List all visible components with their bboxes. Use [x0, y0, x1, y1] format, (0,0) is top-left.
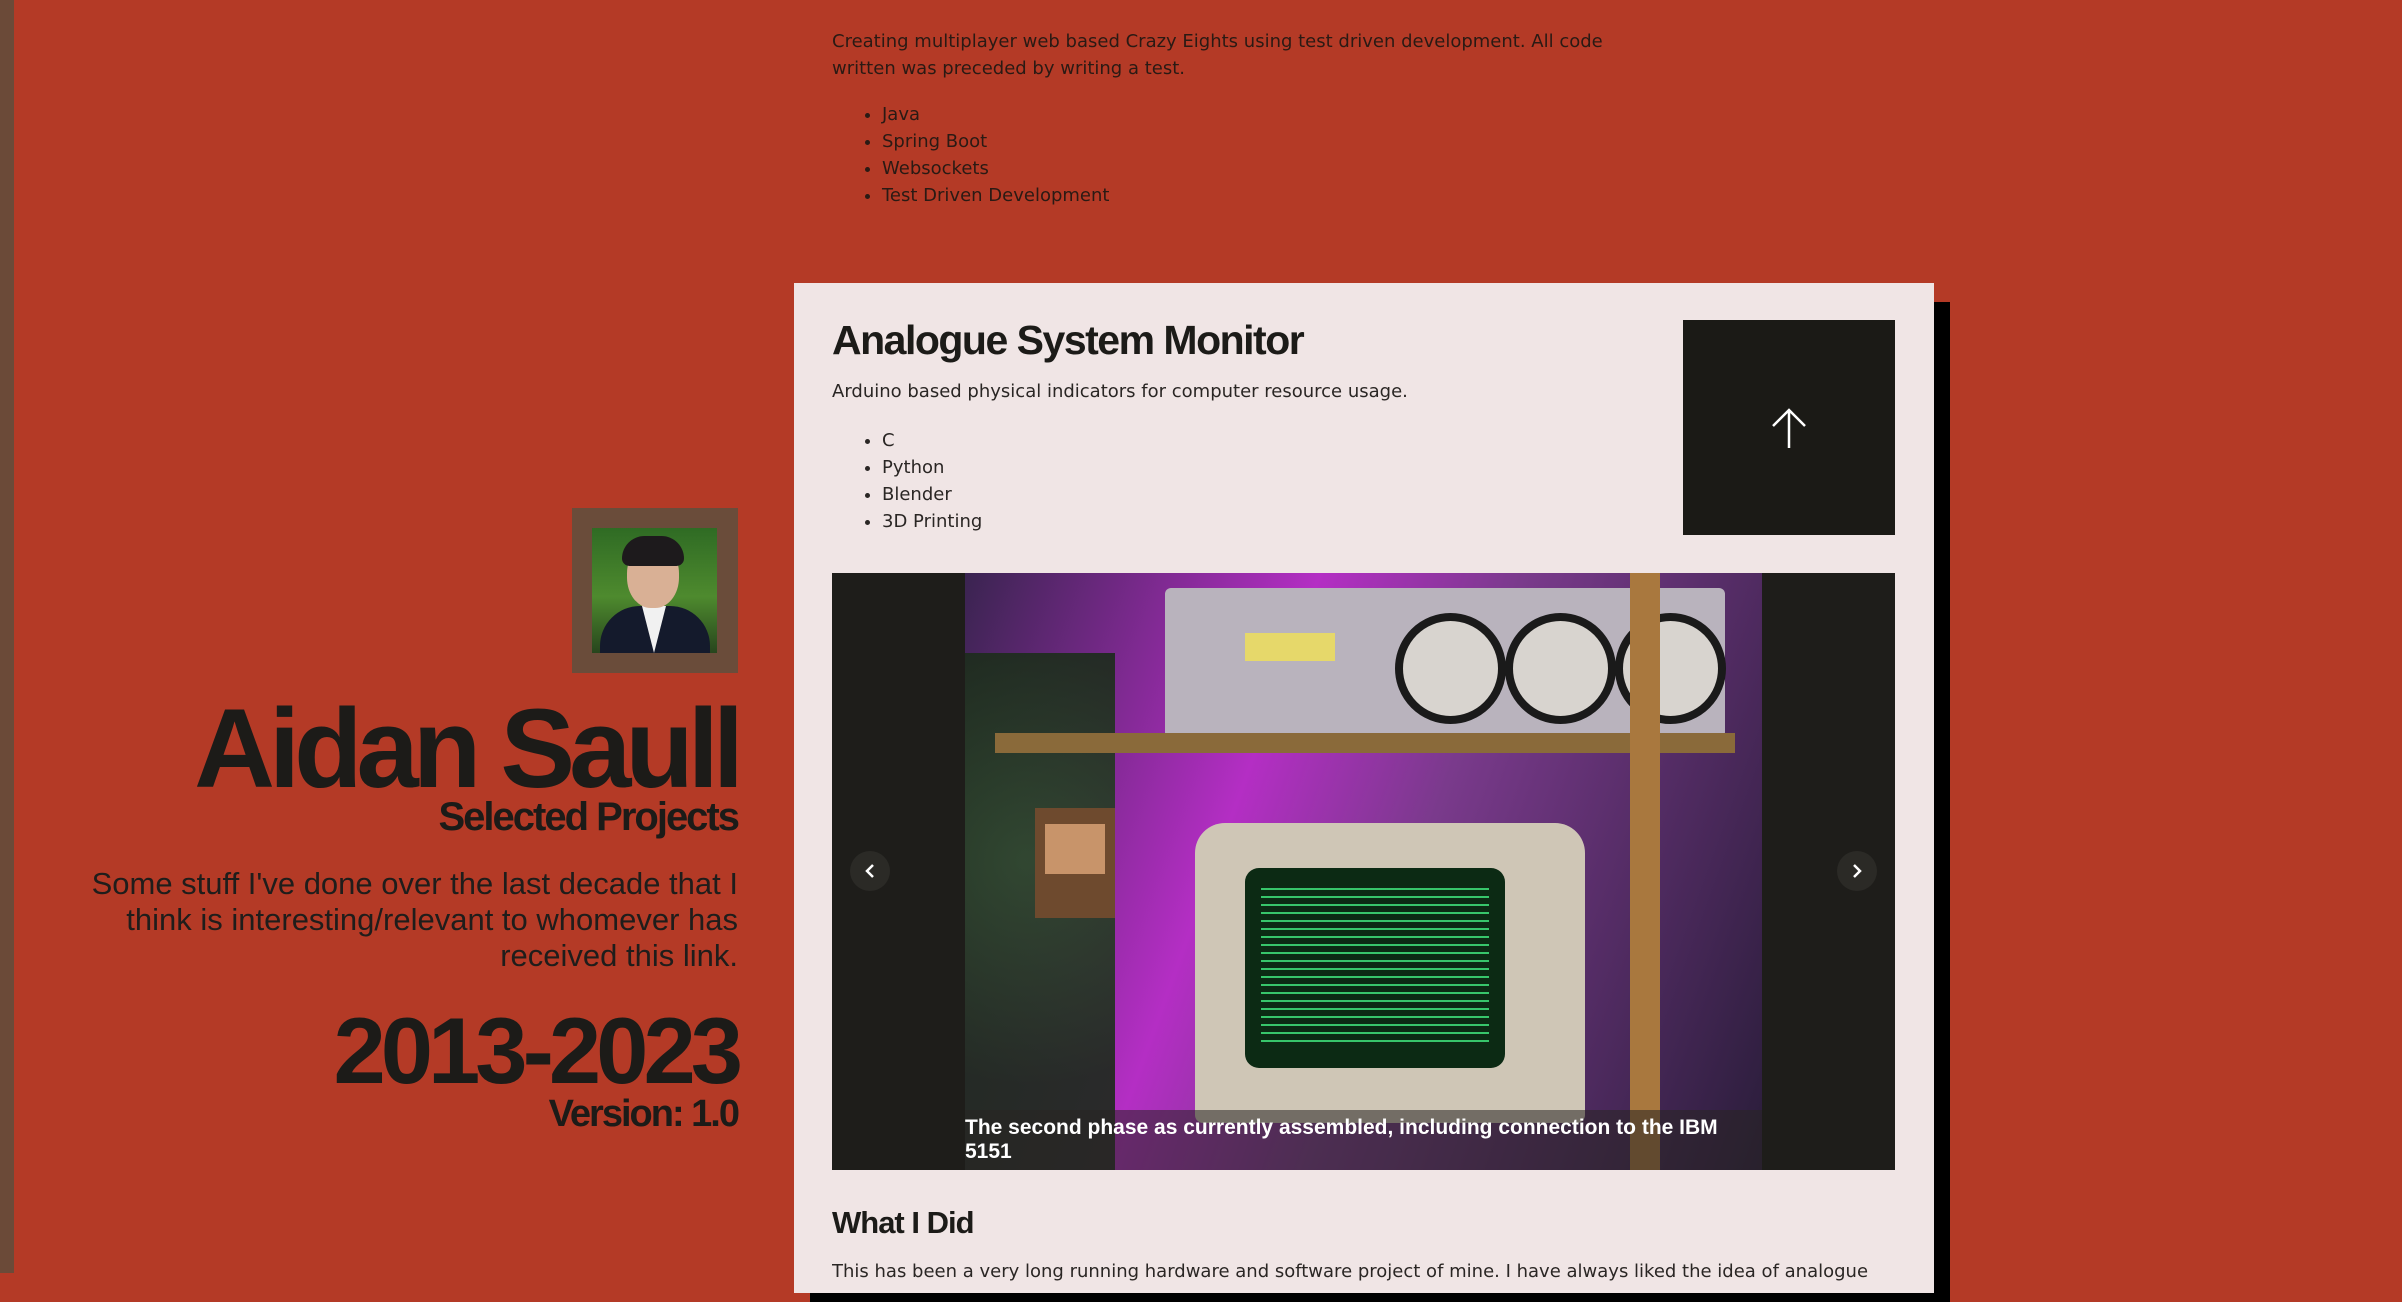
previous-project-description: Creating multiplayer web based Crazy Eig…: [832, 31, 1603, 79]
left-edge-stripe: [0, 0, 14, 1273]
carousel-image: [965, 573, 1762, 1170]
image-carousel: The second phase as currently assembled,…: [832, 573, 1895, 1170]
previous-project-tech-list: Java Spring Boot Websockets Test Driven …: [832, 101, 1109, 209]
list-item: Blender: [882, 481, 982, 508]
project-card: Analogue System Monitor Arduino based ph…: [794, 283, 1934, 1293]
list-item: Test Driven Development: [882, 182, 1109, 209]
project-tech-list: C Python Blender 3D Printing: [832, 427, 982, 535]
carousel-caption-bar: The second phase as currently assembled,…: [965, 1110, 1762, 1170]
section-body-text: This has been a very long running hardwa…: [832, 1261, 1869, 1282]
list-item: Python: [882, 454, 982, 481]
tagline: Some stuff I've done over the last decad…: [91, 866, 738, 973]
project-title: Analogue System Monitor: [832, 317, 1305, 363]
list-item: Websockets: [882, 155, 1109, 182]
avatar: [592, 528, 717, 653]
carousel-prev-button[interactable]: [850, 851, 890, 891]
list-item: Spring Boot: [882, 128, 1109, 155]
carousel-caption: The second phase as currently assembled,…: [965, 1116, 1718, 1163]
list-item: C: [882, 427, 982, 454]
chevron-right-icon: [1853, 864, 1862, 878]
arrow-up-icon: [1772, 407, 1806, 448]
section-heading: What I Did: [832, 1205, 975, 1240]
list-item: 3D Printing: [882, 508, 982, 535]
chevron-left-icon: [865, 864, 874, 878]
carousel-next-button[interactable]: [1837, 851, 1877, 891]
page-subtitle: Selected Projects: [438, 795, 740, 839]
avatar-frame: [572, 508, 738, 673]
project-description: Arduino based physical indicators for co…: [832, 381, 1408, 402]
version-label: Version: 1.0: [548, 1093, 740, 1135]
scroll-to-top-button[interactable]: [1683, 320, 1895, 535]
list-item: Java: [882, 101, 1109, 128]
year-range: 2013-2023: [333, 998, 743, 1103]
profile-name: Aidan Saull: [194, 686, 744, 811]
